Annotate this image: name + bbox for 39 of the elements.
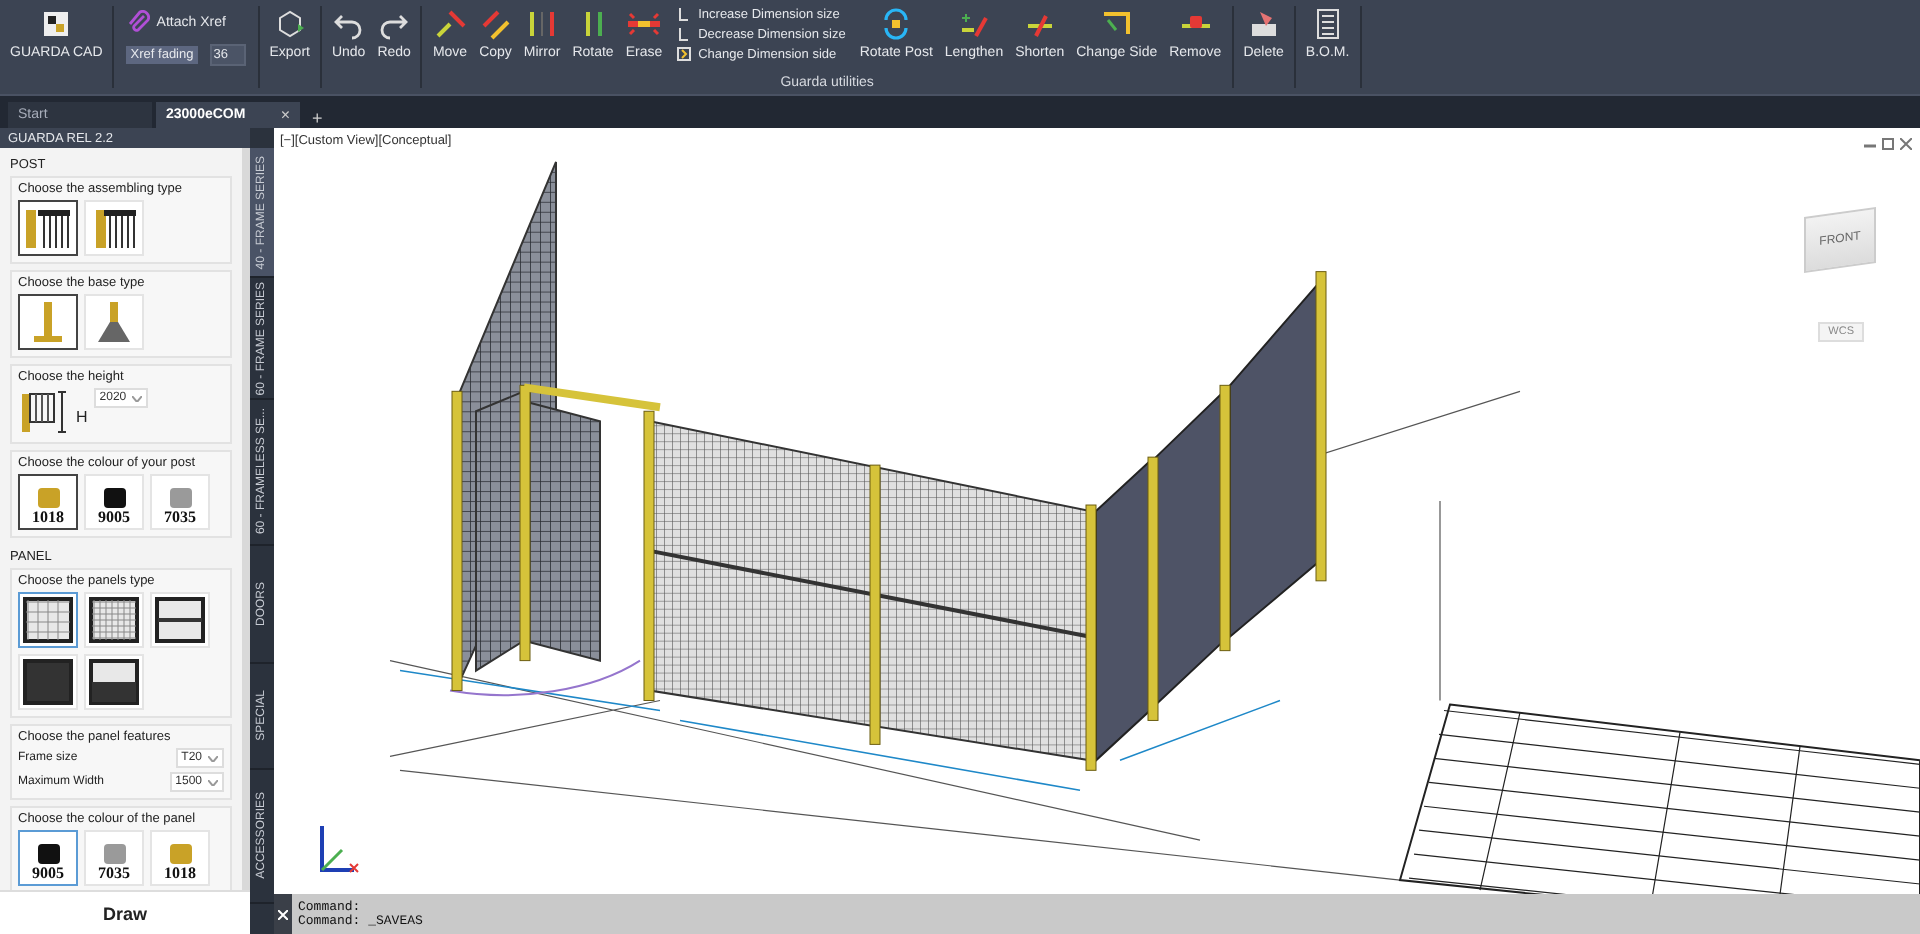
caret-icon: [132, 395, 143, 401]
option-tile[interactable]: [18, 294, 78, 350]
option-tile[interactable]: [18, 200, 78, 256]
post-height-icon: [18, 388, 70, 436]
panel-type-icon: [88, 596, 140, 644]
new-tab-button[interactable]: +: [304, 108, 331, 128]
change-side-icon: [1100, 8, 1133, 40]
copy-icon: [479, 8, 512, 40]
colour-tile[interactable]: 7035: [150, 474, 210, 530]
logo-icon: [40, 8, 73, 40]
option-tile[interactable]: [18, 592, 78, 648]
caret-icon: [208, 779, 218, 785]
colour-tile[interactable]: 9005: [18, 830, 78, 886]
move-icon: [434, 8, 466, 40]
colour-tile[interactable]: 9005: [84, 474, 144, 530]
caret-icon: [208, 755, 218, 761]
delete-icon: [1247, 8, 1280, 40]
mirror-icon: [526, 8, 559, 40]
restore-icon[interactable]: [1882, 138, 1894, 150]
panel-type-icon: [22, 658, 74, 706]
swap-icon: [676, 46, 693, 62]
lengthen-icon: [957, 8, 990, 40]
box-icon: [273, 8, 306, 40]
post-panel-icon: [22, 204, 74, 252]
erase-icon: [627, 8, 660, 40]
panel-type-icon: [22, 596, 74, 644]
panel-type-icon: [88, 658, 140, 706]
height-mark: H: [76, 408, 88, 426]
colour-tile[interactable]: 7035: [84, 830, 144, 886]
draw-button[interactable]: Draw: [0, 890, 250, 934]
close-button[interactable]: ×: [280, 106, 290, 124]
panel-type-icon: [154, 596, 206, 644]
close-icon[interactable]: [1900, 138, 1912, 150]
rotate-post-icon: [880, 8, 913, 40]
axis-icon: [314, 822, 362, 878]
paperclip-icon: [126, 10, 151, 34]
colour-tile[interactable]: 1018: [150, 830, 210, 886]
colour-tile[interactable]: 1018: [18, 474, 78, 530]
list-icon: [1311, 8, 1344, 40]
